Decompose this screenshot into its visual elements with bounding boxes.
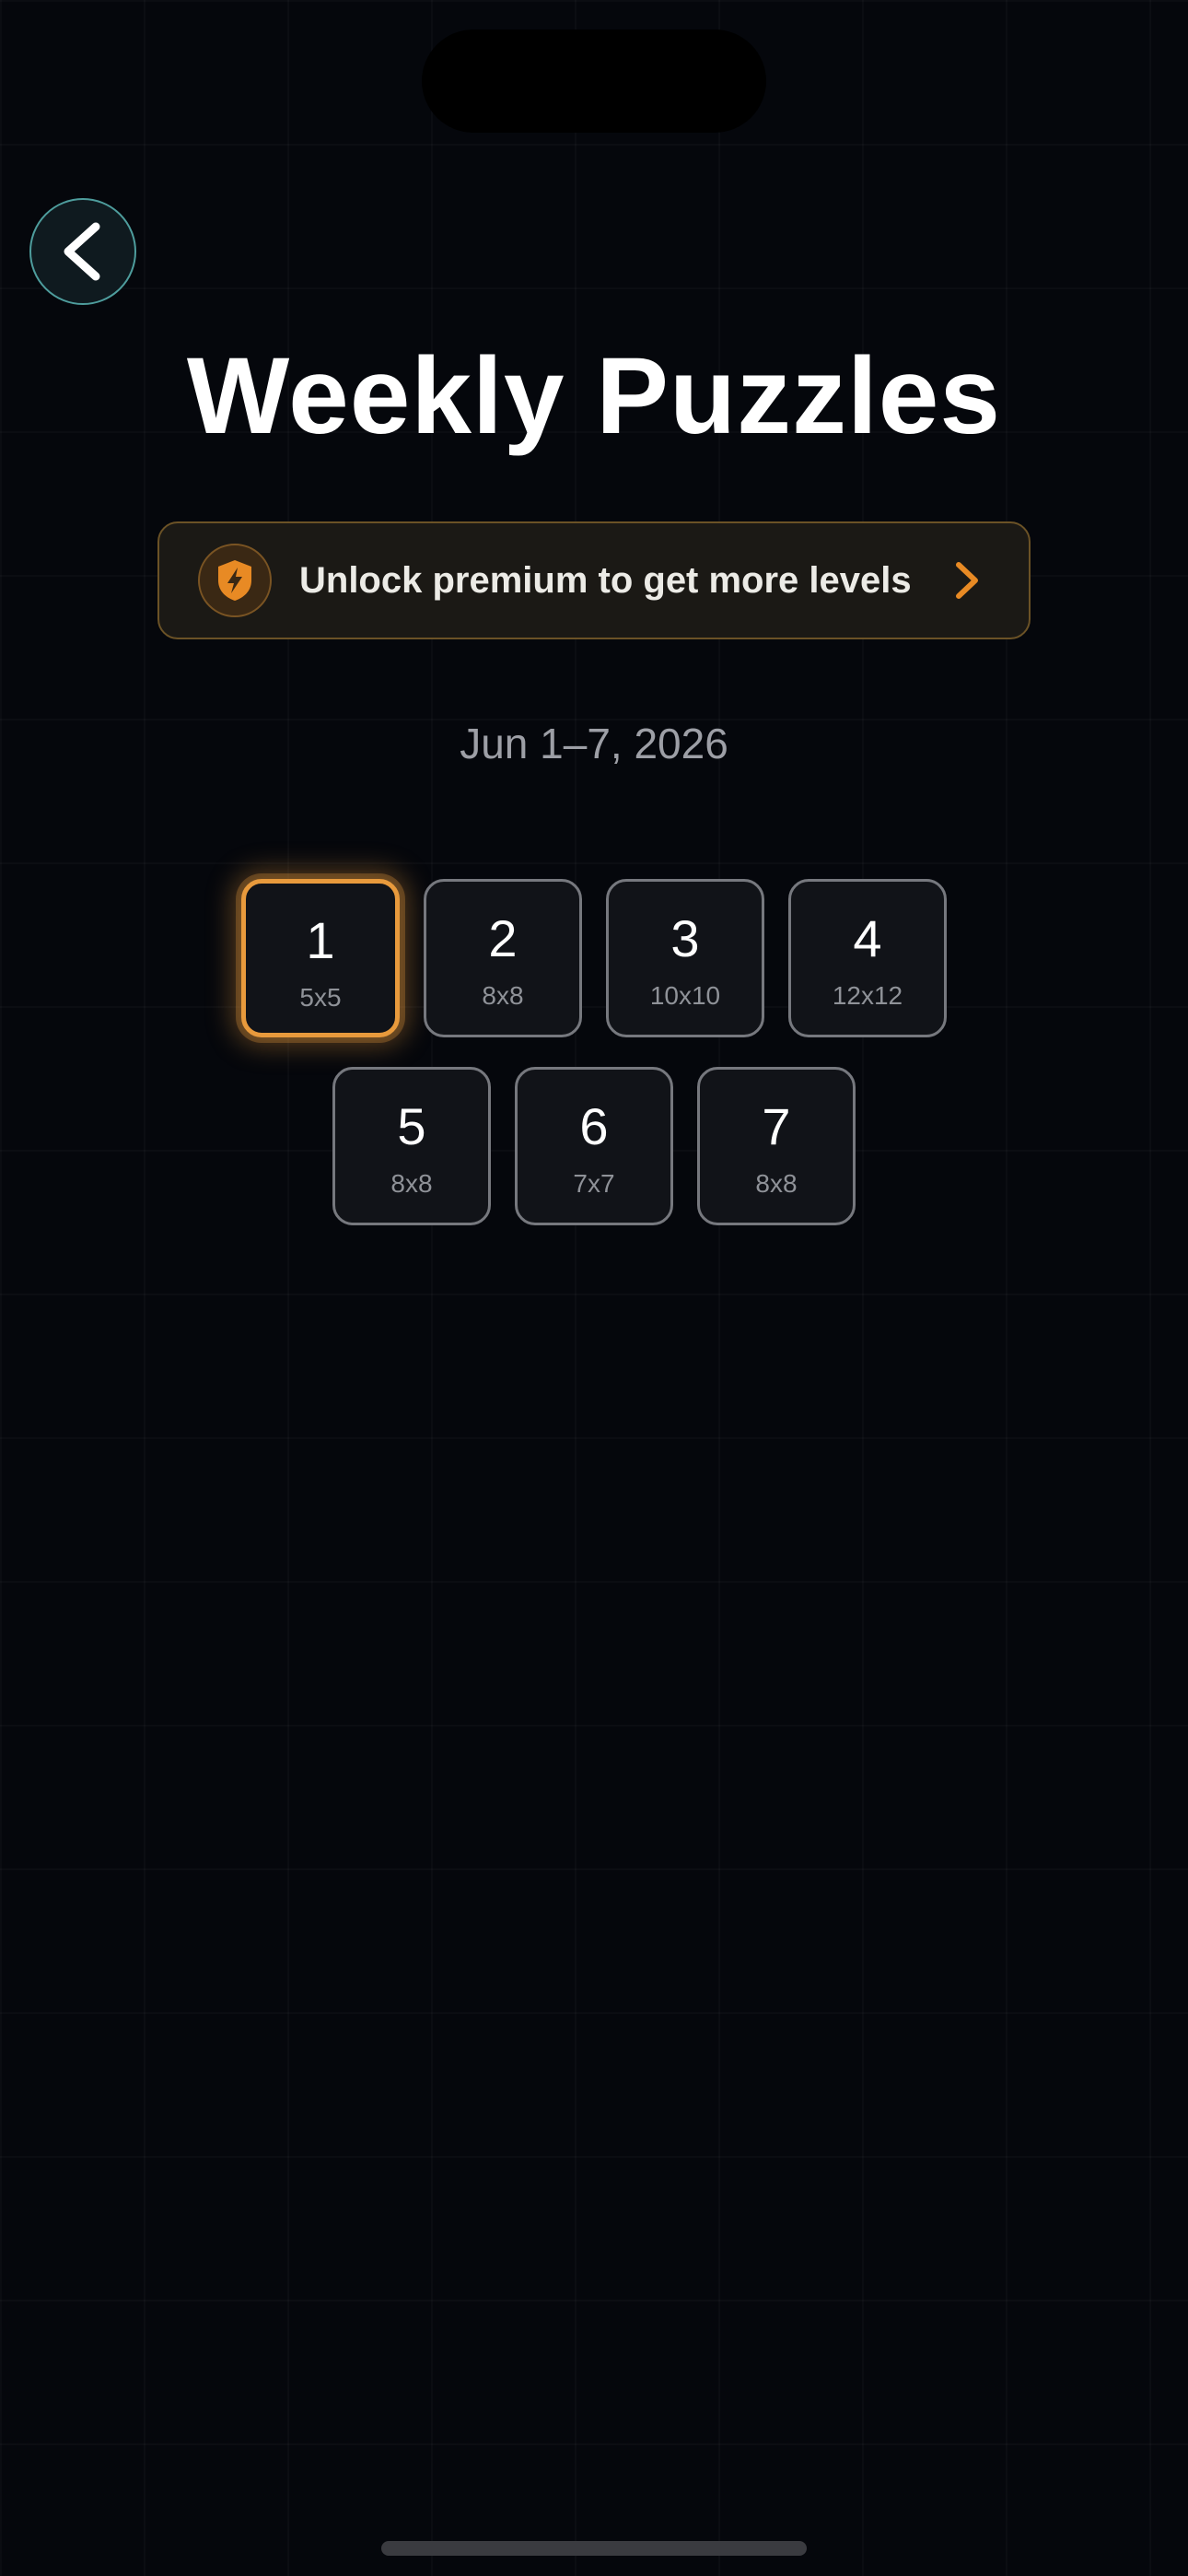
home-indicator[interactable] bbox=[381, 2541, 807, 2556]
lightning-shield-icon bbox=[198, 544, 272, 617]
level-tile-6[interactable]: 6 7x7 bbox=[515, 1067, 673, 1225]
premium-banner-text: Unlock premium to get more levels bbox=[299, 560, 912, 601]
level-number: 1 bbox=[306, 911, 335, 969]
level-number: 7 bbox=[762, 1097, 791, 1155]
level-tile-7[interactable]: 7 8x8 bbox=[697, 1067, 856, 1225]
chevron-right-icon bbox=[956, 562, 978, 599]
level-size: 10x10 bbox=[649, 981, 721, 1010]
level-size: 8x8 bbox=[482, 981, 524, 1010]
level-tile-5[interactable]: 5 8x8 bbox=[332, 1067, 491, 1225]
level-number: 2 bbox=[488, 909, 518, 967]
level-tile-3[interactable]: 3 10x10 bbox=[606, 879, 764, 1037]
level-number: 6 bbox=[579, 1097, 609, 1155]
level-size: 8x8 bbox=[390, 1169, 433, 1198]
level-tile-1[interactable]: 1 5x5 bbox=[241, 879, 400, 1037]
level-tile-4[interactable]: 4 12x12 bbox=[788, 879, 947, 1037]
dynamic-island bbox=[422, 29, 766, 133]
back-button[interactable] bbox=[29, 198, 136, 305]
level-number: 5 bbox=[397, 1097, 426, 1155]
level-number: 3 bbox=[670, 909, 700, 967]
level-tile-2[interactable]: 2 8x8 bbox=[424, 879, 582, 1037]
level-number: 4 bbox=[853, 909, 882, 967]
page-title: Weekly Puzzles bbox=[186, 335, 1002, 457]
level-size: 7x7 bbox=[573, 1169, 615, 1198]
level-size: 8x8 bbox=[755, 1169, 798, 1198]
weekly-puzzles-screen: Weekly Puzzles Unlock premium to get mor… bbox=[0, 0, 1188, 2576]
date-range: Jun 1–7, 2026 bbox=[460, 720, 728, 767]
level-size: 5x5 bbox=[299, 983, 342, 1012]
unlock-premium-banner[interactable]: Unlock premium to get more levels bbox=[157, 521, 1031, 639]
level-size: 12x12 bbox=[832, 981, 903, 1010]
chevron-left-icon bbox=[64, 222, 100, 281]
